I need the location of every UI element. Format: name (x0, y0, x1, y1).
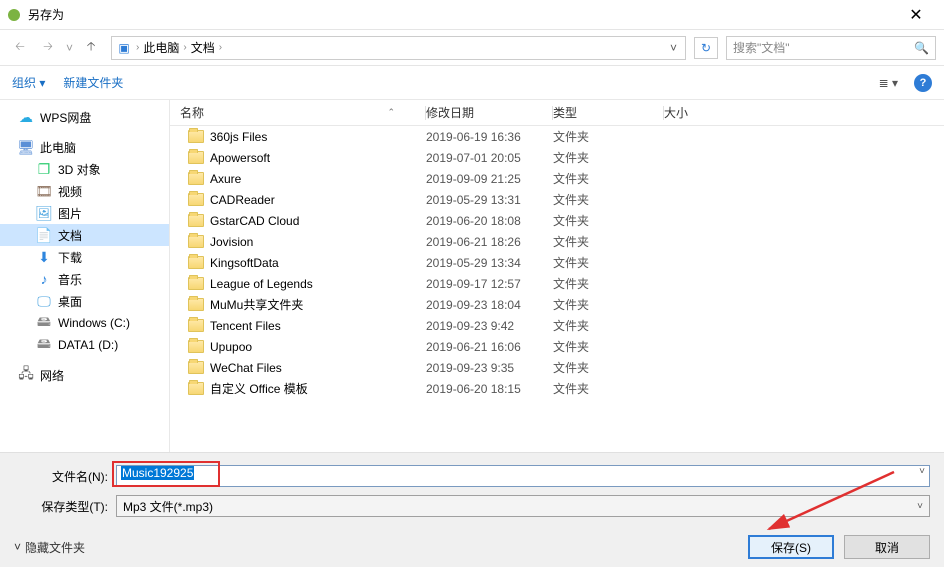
table-row[interactable]: 自定义 Office 模板2019-06-20 18:15文件夹 (170, 378, 944, 399)
nav-dropdown-icon[interactable]: ˅ (66, 41, 73, 55)
folder-icon (188, 382, 204, 395)
column-size[interactable]: 大小 (664, 104, 744, 121)
column-date[interactable]: 修改日期 (426, 104, 552, 121)
table-row[interactable]: 360js Files2019-06-19 16:36文件夹 (170, 126, 944, 147)
folder-icon (188, 151, 204, 164)
table-row[interactable]: Axure2019-09-09 21:25文件夹 (170, 168, 944, 189)
search-placeholder: 搜索"文档" (733, 39, 914, 56)
sidebar-item-network[interactable]: 🖧网络 (0, 364, 169, 386)
up-button[interactable]: 🡡 (79, 36, 103, 60)
sidebar-item-wps[interactable]: ☁WPS网盘 (0, 106, 169, 128)
breadcrumb-folder[interactable]: 文档 (187, 39, 219, 56)
save-button[interactable]: 保存(S) (748, 535, 834, 559)
chevron-down-icon: ˅ (14, 540, 21, 554)
folder-icon (188, 130, 204, 143)
window-title: 另存为 (28, 6, 896, 23)
table-row[interactable]: KingsoftData2019-05-29 13:34文件夹 (170, 252, 944, 273)
sidebar-item-downloads[interactable]: ⬇下载 (0, 246, 169, 268)
new-folder-button[interactable]: 新建文件夹 (63, 74, 123, 91)
network-icon: 🖧 (18, 367, 34, 383)
column-name[interactable]: 名称⌃ (170, 104, 425, 121)
cancel-button[interactable]: 取消 (844, 535, 930, 559)
table-row[interactable]: GstarCAD Cloud2019-06-20 18:08文件夹 (170, 210, 944, 231)
search-input[interactable]: 搜索"文档" 🔍 (726, 36, 936, 60)
table-row[interactable]: Apowersoft2019-07-01 20:05文件夹 (170, 147, 944, 168)
table-row[interactable]: League of Legends2019-09-17 12:57文件夹 (170, 273, 944, 294)
folder-icon (188, 214, 204, 227)
picture-icon: 🖼 (36, 205, 52, 221)
video-icon: 🎞 (36, 183, 52, 199)
refresh-button[interactable]: ↻ (694, 37, 718, 59)
table-row[interactable]: Jovision2019-06-21 18:26文件夹 (170, 231, 944, 252)
folder-icon (188, 340, 204, 353)
folder-icon (188, 361, 204, 374)
document-icon: 📄 (36, 227, 52, 243)
sort-asc-icon: ⌃ (387, 107, 395, 118)
list-header: 名称⌃ 修改日期 类型 大小 (170, 100, 944, 126)
pc-icon: ▣ (116, 40, 132, 56)
table-row[interactable]: Upupoo2019-06-21 16:06文件夹 (170, 336, 944, 357)
sidebar-item-3d[interactable]: ❐3D 对象 (0, 158, 169, 180)
folder-icon (188, 277, 204, 290)
folder-icon (188, 256, 204, 269)
sidebar-item-pc[interactable]: 🖥此电脑 (0, 136, 169, 158)
chevron-right-icon: › (219, 42, 222, 53)
filetype-select[interactable]: Mp3 文件(*.mp3) ˅ (116, 495, 930, 517)
forward-button: 🡢 (36, 36, 60, 60)
cloud-icon: ☁ (18, 109, 34, 125)
sidebar-item-pictures[interactable]: 🖼图片 (0, 202, 169, 224)
column-type[interactable]: 类型 (553, 104, 663, 121)
filetype-label: 保存类型(T): (14, 498, 116, 515)
drive-icon: 🖴 (36, 337, 52, 353)
folder-icon (188, 235, 204, 248)
organize-menu[interactable]: 组织 ▾ (12, 74, 45, 91)
back-button[interactable]: 🡠 (8, 36, 32, 60)
sidebar-item-drive-d[interactable]: 🖴DATA1 (D:) (0, 334, 169, 356)
search-icon[interactable]: 🔍 (914, 41, 929, 55)
breadcrumb-root[interactable]: 此电脑 (139, 39, 183, 56)
path-dropdown-icon[interactable]: ˅ (666, 41, 681, 55)
sidebar-item-desktop[interactable]: 🖵桌面 (0, 290, 169, 312)
filename-input[interactable]: Music192925 ˅ (116, 465, 930, 487)
sidebar-item-drive-c[interactable]: 🖴Windows (C:) (0, 312, 169, 334)
chevron-down-icon: ˅ (917, 501, 923, 512)
chevron-down-icon[interactable]: ˅ (919, 466, 925, 477)
table-row[interactable]: CADReader2019-05-29 13:31文件夹 (170, 189, 944, 210)
sidebar-item-video[interactable]: 🎞视频 (0, 180, 169, 202)
desktop-icon: 🖵 (36, 293, 52, 309)
table-row[interactable]: MuMu共享文件夹2019-09-23 18:04文件夹 (170, 294, 944, 315)
sidebar: ☁WPS网盘 🖥此电脑 ❐3D 对象 🎞视频 🖼图片 📄文档 ⬇下载 ♪音乐 🖵… (0, 100, 170, 452)
breadcrumb[interactable]: ▣ › 此电脑 › 文档 › ˅ (111, 36, 686, 60)
view-menu[interactable]: ≣ ▾ (873, 74, 904, 92)
table-row[interactable]: Tencent Files2019-09-23 9:42文件夹 (170, 315, 944, 336)
app-icon (8, 9, 20, 21)
folder-icon (188, 193, 204, 206)
folder-icon (188, 172, 204, 185)
sidebar-item-music[interactable]: ♪音乐 (0, 268, 169, 290)
download-icon: ⬇ (36, 249, 52, 265)
close-icon[interactable]: ✕ (896, 5, 936, 25)
table-row[interactable]: WeChat Files2019-09-23 9:35文件夹 (170, 357, 944, 378)
help-icon[interactable]: ? (914, 74, 932, 92)
drive-icon: 🖴 (36, 315, 52, 331)
hide-folders-toggle[interactable]: ˅ 隐藏文件夹 (14, 539, 85, 556)
music-icon: ♪ (36, 271, 52, 287)
pc-icon: 🖥 (18, 139, 34, 155)
cube-icon: ❐ (36, 161, 52, 177)
folder-icon (188, 298, 204, 311)
filename-label: 文件名(N): (14, 468, 116, 485)
folder-icon (188, 319, 204, 332)
sidebar-item-documents[interactable]: 📄文档 (0, 224, 169, 246)
